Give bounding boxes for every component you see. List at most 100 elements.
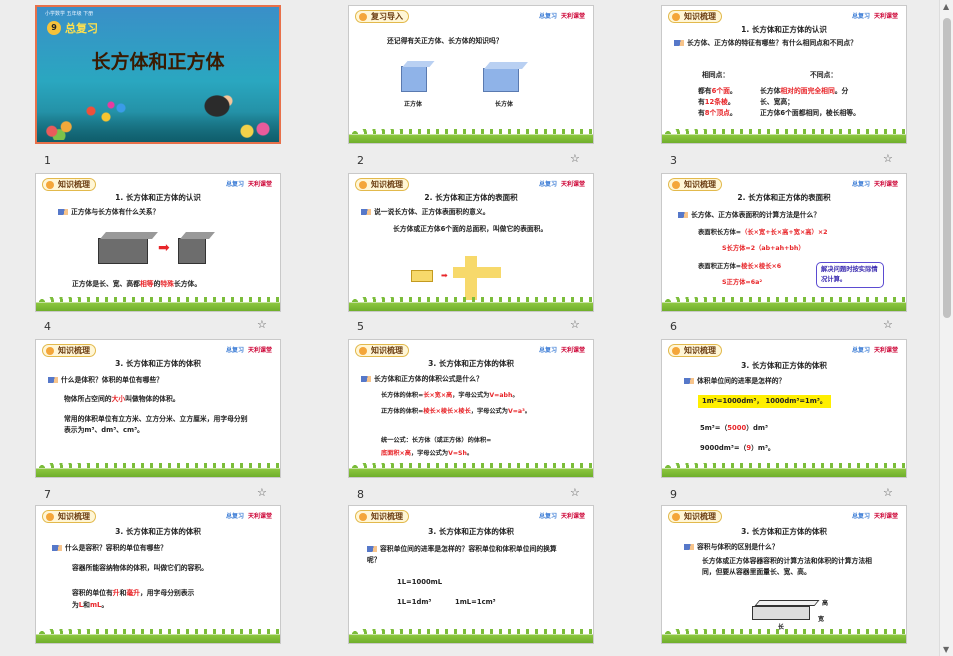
pen-icon: [52, 545, 62, 551]
cuboid-volume-formula: 长方体的体积=长×宽×高，字母公式为V=abh。: [381, 392, 519, 399]
question-text: 还记得有关正方体、长方体的知识吗？: [387, 37, 503, 45]
slide-transition-icon-6[interactable]: ☆: [883, 318, 893, 331]
slide-transition-icon-4[interactable]: ☆: [257, 318, 267, 331]
exercise-1: 5m³=（5000）dm³: [700, 424, 768, 432]
slide-thumbnail-6[interactable]: 知识梳理 总复习 天利课堂 2. 长方体和正方体的表面积 长方体、正方体表面积的计…: [661, 173, 907, 312]
answer-text: 长方体或正方体容器容积的计算方法和体积的计算方法相同，但要从容器里面量长、宽、高…: [702, 557, 872, 576]
vertical-scrollbar[interactable]: ▲ ▼: [939, 0, 953, 656]
slide-thumbnail-1[interactable]: 小学数学 五年级 下册 9 总复习 长方体和正方体: [35, 5, 281, 144]
brand-logo: 总复习 天利课堂: [538, 181, 585, 188]
pen-icon: [48, 377, 58, 383]
cube-top-face: [402, 61, 435, 67]
question-text: 长方体、正方体的特征有哪些？有什么相同点和不同点？: [674, 38, 894, 49]
label-width: 宽: [818, 616, 825, 623]
unit-title: 总复习: [65, 22, 98, 35]
pen-icon: [684, 544, 694, 550]
pen-icon: [367, 546, 377, 552]
brand-logo: 总复习 天利课堂: [538, 513, 585, 520]
slide-thumbnail-10[interactable]: 知识梳理 总复习 天利课堂 3. 长方体和正方体的体积 什么是容积？容积的单位有哪…: [35, 505, 281, 644]
brand-logo: 总复习 天利课堂: [851, 13, 898, 20]
slide-number-4: 4: [44, 320, 51, 333]
section-header: 知识梳理: [42, 178, 96, 191]
conversion-3: 1mL=1cm³: [455, 598, 496, 606]
question-text: 容积与体积的区别是什么？: [684, 542, 779, 553]
same-label: 相同点：: [702, 71, 730, 79]
unit-number: 9: [51, 23, 57, 32]
diff-cuboid: 长方体相对的面完全相同。分: [760, 87, 849, 95]
brand-logo: 总复习 天利课堂: [225, 181, 272, 188]
unified-formula-2: 底面积×高，字母公式为V=Sh。: [381, 450, 474, 457]
question-text: 说一说长方体、正方体表面积的意义。: [361, 207, 490, 218]
diff-label: 不同点：: [810, 71, 838, 79]
slide-thumbnail-8[interactable]: 知识梳理 总复习 天利课堂 3. 长方体和正方体的体积 长方体和正方体的体积公式是…: [348, 339, 594, 478]
pen-icon: [361, 209, 371, 215]
slide-transition-icon-5[interactable]: ☆: [570, 318, 580, 331]
question-text: 正方体与长方体有什么关系？: [58, 207, 159, 218]
slide-thumbnail-3[interactable]: 知识梳理 总复习 天利课堂 1. 长方体和正方体的认识 长方体、正方体的特征有哪些…: [661, 5, 907, 144]
brand-logo: 总复习 天利课堂: [538, 347, 585, 354]
pen-icon: [58, 209, 68, 215]
grass-footer: [349, 463, 593, 477]
slide-number-2: 2: [357, 154, 364, 167]
slide-thumbnail-11[interactable]: 知识梳理 总复习 天利课堂 3. 长方体和正方体的体积 容积单位间的进率是怎样的？…: [348, 505, 594, 644]
cuboid-illustration: [411, 270, 433, 282]
cube-label: 正方体: [404, 101, 423, 108]
scroll-down-icon[interactable]: ▼: [943, 645, 949, 654]
slide-title: 3. 长方体和正方体的体积: [741, 527, 827, 536]
unit-badge: 9: [47, 21, 61, 35]
cube-illustration: [178, 238, 206, 264]
diver-illustration: [197, 89, 237, 123]
slide-number-8: 8: [357, 488, 364, 501]
cuboid-label: 长方体: [495, 101, 514, 108]
slide-transition-icon-3[interactable]: ☆: [883, 152, 893, 165]
slide-thumbnail-7[interactable]: 知识梳理 总复习 天利课堂 3. 长方体和正方体的体积 什么是体积？体积的单位有哪…: [35, 339, 281, 478]
cube-volume-formula: 正方体的体积=棱长×棱长×棱长，字母公式为V=a³。: [381, 408, 531, 415]
scroll-up-icon[interactable]: ▲: [943, 2, 949, 11]
slide-number-3: 3: [670, 154, 677, 167]
slide-transition-icon-7[interactable]: ☆: [257, 486, 267, 499]
brand-logo: 总复习 天利课堂: [225, 347, 272, 354]
section-header: 复习导入: [355, 10, 409, 23]
section-header: 知识梳理: [668, 10, 722, 23]
cuboid-top-face: [484, 62, 528, 69]
slide-title: 3. 长方体和正方体的体积: [428, 527, 514, 536]
formula-cube-letters: S正方体=6a²: [722, 279, 763, 286]
grass-footer: [36, 629, 280, 643]
brand-logo: 总复习 天利课堂: [851, 181, 898, 188]
slide-thumbnail-9[interactable]: 知识梳理 总复习 天利课堂 3. 长方体和正方体的体积 体积单位间的进率是怎样的？…: [661, 339, 907, 478]
slide-number-6: 6: [670, 320, 677, 333]
question-text: 长方体、正方体表面积的计算方法是什么？: [678, 210, 820, 221]
diff-cube: 正方体6个面都相同，棱长相等。: [760, 109, 860, 117]
cuboid-top-face: [100, 232, 158, 239]
slide-title: 长方体和正方体: [91, 51, 225, 73]
slide-thumbnail-12[interactable]: 知识梳理 总复习 天利课堂 3. 长方体和正方体的体积 容积与体积的区别是什么？ …: [661, 505, 907, 644]
grass-footer: [662, 297, 906, 311]
arrow-right-icon: ➡: [158, 240, 170, 256]
slide-title: 3. 长方体和正方体的体积: [115, 527, 201, 536]
slide-title: 1. 长方体和正方体的认识: [115, 193, 201, 202]
formula-cuboid: 表面积长方体=（长×宽+长×高+宽×高）×2: [698, 229, 828, 236]
section-header: 知识梳理: [355, 178, 409, 191]
grass-footer: [662, 629, 906, 643]
cube-illustration: [401, 66, 427, 92]
slide-transition-icon-8[interactable]: ☆: [570, 486, 580, 499]
question-text: 什么是体积？体积的单位有哪些？: [48, 375, 163, 386]
slide-thumbnail-4[interactable]: 知识梳理 总复习 天利课堂 1. 长方体和正方体的认识 正方体与长方体有什么关系？…: [35, 173, 281, 312]
slide-title: 3. 长方体和正方体的体积: [428, 359, 514, 368]
scrollbar-thumb[interactable]: [943, 18, 951, 318]
question-text: 体积单位间的进率是怎样的？: [684, 376, 785, 387]
slide-transition-icon-2[interactable]: ☆: [570, 152, 580, 165]
slide-title: 3. 长方体和正方体的体积: [115, 359, 201, 368]
slide-sorter-view: 小学数学 五年级 下册 9 总复习 长方体和正方体 1 复习导入 总复习 天利课堂…: [0, 0, 953, 656]
section-header: 知识梳理: [668, 344, 722, 357]
question-text: 长方体和正方体的体积公式是什么？: [361, 374, 483, 385]
slide-transition-icon-9[interactable]: ☆: [883, 486, 893, 499]
slide-number-7: 7: [44, 488, 51, 501]
grass-footer: [662, 463, 906, 477]
section-header: 知识梳理: [355, 344, 409, 357]
slide-thumbnail-2[interactable]: 复习导入 总复习 天利课堂 还记得有关正方体、长方体的知识吗？ 正方体 长方体: [348, 5, 594, 144]
slide-thumbnail-5[interactable]: 知识梳理 总复习 天利课堂 2. 长方体和正方体的表面积 说一说长方体、正方体表面…: [348, 173, 594, 312]
note-box: 解决问题时按实际情况计算。: [816, 262, 884, 288]
slide-top-label: 小学数学 五年级 下册: [45, 11, 94, 17]
answer-text-1: 物体所占空间的大小叫做物体的体积。: [64, 395, 180, 403]
